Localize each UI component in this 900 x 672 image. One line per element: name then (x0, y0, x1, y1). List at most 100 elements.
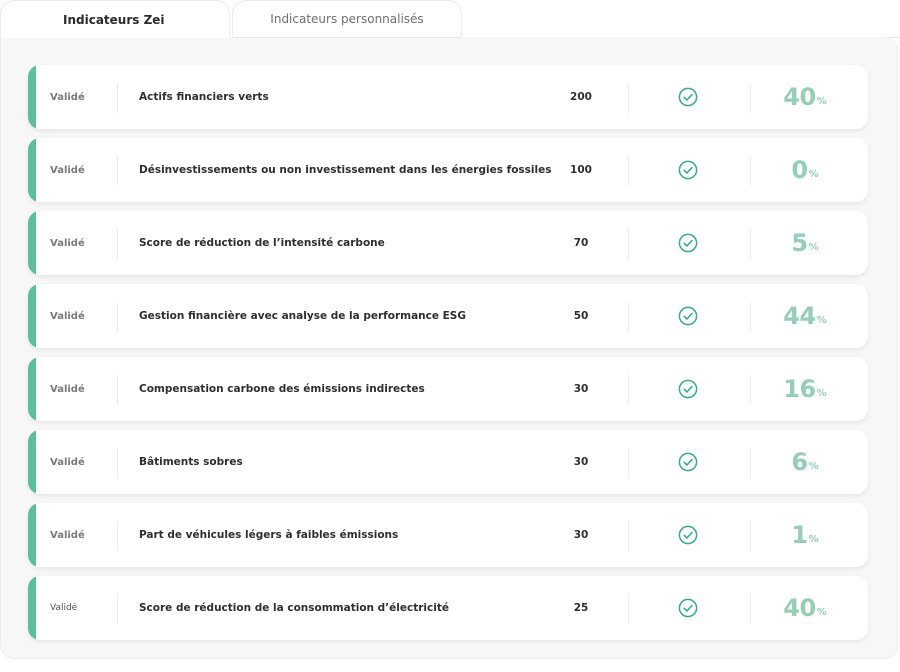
indicator-row[interactable]: Validé Part de véhicules légers à faible… (28, 503, 868, 567)
divider (750, 448, 751, 478)
indicator-row[interactable]: Validé Bâtiments sobres 30 6% (28, 430, 868, 494)
divider (628, 375, 629, 405)
indicator-label: Score de réduction de l’intensité carbon… (139, 237, 385, 249)
percent-sign: % (808, 533, 819, 545)
status-label: Validé (50, 91, 85, 103)
indicator-points: 50 (573, 310, 589, 322)
check-circle-icon (678, 160, 698, 180)
indicator-row[interactable]: Validé Gestion financière avec analyse d… (28, 284, 868, 348)
indicator-label: Actifs financiers verts (139, 91, 269, 103)
indicator-row[interactable]: Validé Désinvestissements ou non investi… (28, 138, 868, 202)
indicator-row[interactable]: Validé Score de réduction de l’intensité… (28, 211, 868, 275)
status-label: Validé (50, 456, 85, 468)
percent-value: 1 (791, 521, 808, 549)
indicator-row[interactable]: Validé Actifs financiers verts 200 40% (28, 65, 868, 129)
tab-indicateurs-personnalises[interactable]: Indicateurs personnalisés (232, 0, 462, 38)
percent-sign: % (816, 387, 827, 399)
indicator-percent: 40% (764, 65, 846, 129)
indicator-points: 100 (570, 164, 592, 176)
row-accent-bar (28, 503, 36, 567)
row-accent-bar (28, 284, 36, 348)
tab-indicateurs-zei[interactable]: Indicateurs Zei (0, 0, 230, 38)
check-circle-icon (678, 452, 698, 472)
row-accent-bar (28, 211, 36, 275)
row-accent-bar (28, 576, 36, 640)
divider (750, 83, 751, 113)
indicator-percent: 5% (764, 211, 846, 275)
tab-bar: Indicateurs Zei Indicateurs personnalisé… (0, 0, 900, 38)
percent-value: 44 (783, 302, 816, 330)
row-accent-bar (28, 65, 36, 129)
percent-value: 40 (783, 83, 816, 111)
indicator-points: 200 (570, 91, 592, 103)
percent-value: 6 (791, 448, 808, 476)
indicator-percent: 1% (764, 503, 846, 567)
divider (117, 448, 118, 478)
percent-sign: % (816, 314, 827, 326)
check-circle-icon (678, 233, 698, 253)
indicator-points: 70 (573, 237, 589, 249)
divider (117, 83, 118, 113)
divider (117, 302, 118, 332)
indicator-points: 30 (573, 456, 589, 468)
divider (750, 521, 751, 551)
percent-sign: % (816, 95, 827, 107)
tab-label: Indicateurs personnalisés (270, 12, 424, 26)
percent-sign: % (808, 241, 819, 253)
divider (117, 156, 118, 186)
indicator-points: 30 (573, 529, 589, 541)
divider (117, 229, 118, 259)
indicator-label: Bâtiments sobres (139, 456, 243, 468)
status-label: Validé (50, 164, 85, 176)
divider (750, 229, 751, 259)
indicator-label: Désinvestissements ou non investissement… (139, 164, 552, 176)
divider (117, 521, 118, 551)
indicator-label: Compensation carbone des émissions indir… (139, 383, 425, 395)
percent-sign: % (816, 606, 827, 618)
divider (117, 375, 118, 405)
indicator-row[interactable]: Validé Compensation carbone des émission… (28, 357, 868, 421)
row-accent-bar (28, 430, 36, 494)
percent-sign: % (808, 168, 819, 180)
percent-value: 5 (791, 229, 808, 257)
divider (750, 375, 751, 405)
divider (750, 156, 751, 186)
check-circle-icon (678, 306, 698, 326)
percent-value: 16 (783, 375, 816, 403)
indicator-points: 30 (573, 383, 589, 395)
indicator-label: Part de véhicules légers à faibles émiss… (139, 529, 399, 541)
divider (628, 83, 629, 113)
indicator-points: 25 (573, 602, 589, 614)
divider (750, 302, 751, 332)
check-circle-icon (678, 598, 698, 618)
indicator-percent: 0% (764, 138, 846, 202)
percent-sign: % (808, 460, 819, 472)
indicator-percent: 44% (764, 284, 846, 348)
divider (628, 229, 629, 259)
divider (628, 448, 629, 478)
indicator-percent: 6% (764, 430, 846, 494)
divider (117, 594, 118, 624)
status-label: Validé (50, 310, 85, 322)
check-circle-icon (678, 379, 698, 399)
percent-value: 40 (783, 594, 816, 622)
divider (628, 156, 629, 186)
percent-value: 0 (791, 156, 808, 184)
check-circle-icon (678, 525, 698, 545)
indicator-label: Score de réduction de la consommation d’… (139, 602, 449, 614)
indicator-row[interactable]: Validé Score de réduction de la consomma… (28, 576, 868, 640)
divider (628, 594, 629, 624)
check-circle-icon (678, 87, 698, 107)
divider (628, 521, 629, 551)
status-label: Validé (50, 383, 85, 395)
status-label: Validé (50, 603, 78, 613)
row-accent-bar (28, 357, 36, 421)
tab-label: Indicateurs Zei (63, 12, 165, 27)
row-accent-bar (28, 138, 36, 202)
divider (628, 302, 629, 332)
status-label: Validé (50, 237, 85, 249)
indicator-label: Gestion financière avec analyse de la pe… (139, 310, 466, 322)
status-label: Validé (50, 529, 85, 541)
indicator-percent: 16% (764, 357, 846, 421)
indicator-percent: 40% (764, 576, 846, 640)
